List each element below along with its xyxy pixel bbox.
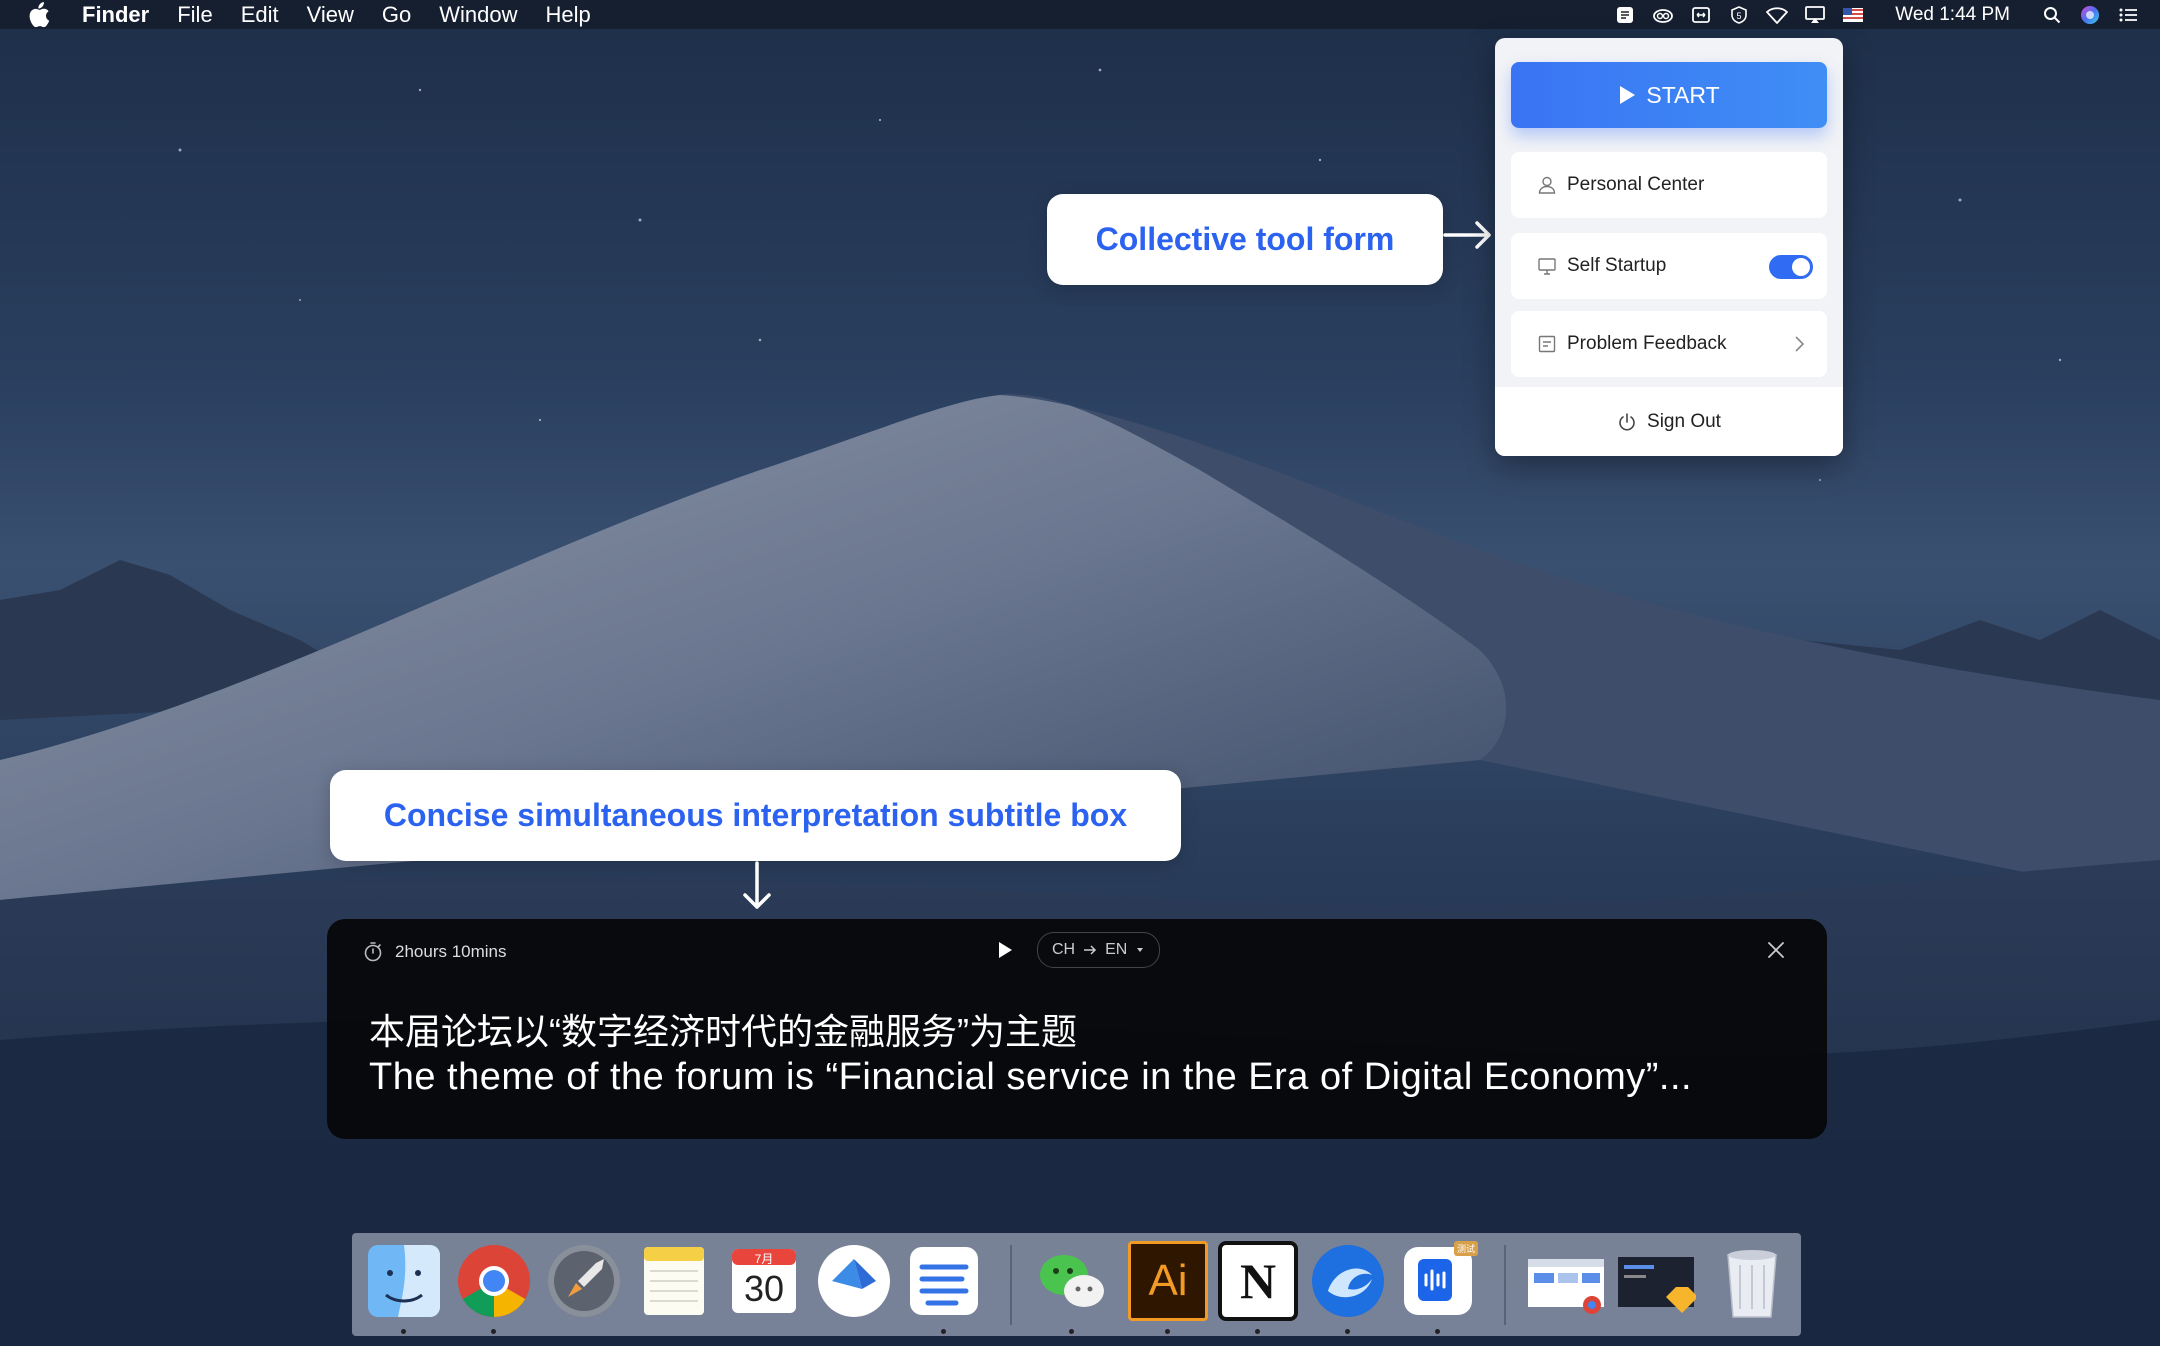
arrow-icon bbox=[1084, 945, 1097, 955]
menu-finder[interactable]: Finder bbox=[82, 2, 149, 28]
monitor-icon bbox=[1537, 256, 1557, 276]
illustrator-icon[interactable]: Ai bbox=[1128, 1241, 1208, 1321]
subtitle-source-line: 本届论坛以“数字经济时代的金融服务”为主题 bbox=[369, 1011, 1077, 1052]
calendar-day: 30 bbox=[743, 1268, 785, 1309]
dock-separator-2 bbox=[1504, 1245, 1506, 1325]
feedback-icon bbox=[1537, 334, 1557, 354]
chevron-right-icon bbox=[1795, 336, 1805, 352]
app-badge: 测试 bbox=[1453, 1241, 1478, 1256]
status-area: 5 Wed 1:44 PM bbox=[1613, 0, 2140, 29]
us-flag-icon[interactable] bbox=[1841, 4, 1865, 26]
running-indicator bbox=[1255, 1329, 1260, 1334]
stopwatch-icon bbox=[364, 942, 382, 962]
menu-bar: Finder File Edit View Go Window Help 5 W… bbox=[0, 0, 2160, 29]
screenshot-thumb-icon[interactable] bbox=[1526, 1241, 1606, 1321]
running-indicator bbox=[1165, 1329, 1170, 1334]
running-indicator bbox=[1435, 1329, 1440, 1334]
dock: 7月 30 Ai N 测试 bbox=[352, 1233, 1801, 1336]
apple-icon[interactable] bbox=[26, 0, 56, 29]
sign-out-label: Sign Out bbox=[1647, 410, 1721, 432]
running-indicator bbox=[491, 1329, 496, 1334]
running-indicator bbox=[1345, 1329, 1350, 1334]
svg-text:5: 5 bbox=[1737, 11, 1742, 21]
stacks-icon[interactable] bbox=[904, 1241, 984, 1321]
airplay-icon[interactable] bbox=[1803, 4, 1827, 26]
menu-view[interactable]: View bbox=[307, 2, 354, 28]
menu-window[interactable]: Window bbox=[439, 2, 517, 28]
app-icon[interactable]: 测试 bbox=[1398, 1241, 1478, 1321]
resize-icon[interactable] bbox=[1689, 4, 1713, 26]
search-icon[interactable] bbox=[2040, 4, 2064, 26]
running-indicator bbox=[941, 1329, 946, 1334]
menubar-clock[interactable]: Wed 1:44 PM bbox=[1895, 4, 2010, 26]
note-icon[interactable] bbox=[1613, 4, 1637, 26]
notion-icon[interactable]: N bbox=[1218, 1241, 1298, 1321]
calendar-icon[interactable]: 7月 30 bbox=[724, 1241, 804, 1321]
start-button-label: START bbox=[1646, 81, 1720, 108]
menu-help[interactable]: Help bbox=[546, 2, 591, 28]
subtitle-box: 2hours 10mins CH EN 本届论坛以“数字经济时代的金融服务”为主… bbox=[327, 919, 1827, 1139]
menu-edit[interactable]: Edit bbox=[241, 2, 279, 28]
arrow-right-icon bbox=[1443, 221, 1491, 249]
running-indicator bbox=[1069, 1329, 1074, 1334]
callout-tool-form: Collective tool form bbox=[1047, 194, 1443, 285]
dock-separator bbox=[1010, 1245, 1012, 1325]
problem-feedback-label: Problem Feedback bbox=[1567, 333, 1727, 354]
notion-label: N bbox=[1239, 1253, 1277, 1309]
wechat-icon[interactable] bbox=[1032, 1241, 1112, 1321]
play-button[interactable] bbox=[997, 941, 1013, 959]
language-selector[interactable]: CH EN bbox=[1037, 932, 1161, 968]
user-icon bbox=[1537, 175, 1557, 195]
calendar-month: 7月 bbox=[754, 1252, 774, 1266]
subtitle-translation-line: The theme of the forum is “Financial ser… bbox=[369, 1056, 1693, 1098]
launchpad-icon[interactable] bbox=[544, 1241, 624, 1321]
running-indicator bbox=[401, 1329, 406, 1334]
personal-center-item[interactable]: Personal Center bbox=[1511, 152, 1827, 218]
control-list-icon[interactable] bbox=[2116, 4, 2140, 26]
sketch-thumb-icon[interactable] bbox=[1616, 1241, 1696, 1321]
lang-from: CH bbox=[1052, 941, 1076, 958]
menu-file[interactable]: File bbox=[177, 2, 212, 28]
shield-5-icon[interactable]: 5 bbox=[1727, 4, 1751, 26]
self-startup-label: Self Startup bbox=[1567, 255, 1667, 276]
creative-cloud-icon[interactable] bbox=[1651, 4, 1675, 26]
chrome-icon[interactable] bbox=[454, 1241, 534, 1321]
session-timer: 2hours 10mins bbox=[363, 941, 507, 963]
notes-icon[interactable] bbox=[634, 1241, 714, 1321]
finder-icon[interactable] bbox=[364, 1241, 444, 1321]
play-icon bbox=[1620, 86, 1636, 104]
power-icon bbox=[1619, 412, 1635, 430]
trash-icon[interactable] bbox=[1712, 1241, 1792, 1321]
close-icon[interactable] bbox=[1767, 941, 1785, 959]
self-startup-toggle[interactable] bbox=[1769, 255, 1813, 279]
toggle-knob bbox=[1792, 258, 1810, 276]
browser-icon[interactable] bbox=[1308, 1241, 1388, 1321]
siri-icon[interactable] bbox=[2078, 4, 2102, 26]
lang-to: EN bbox=[1105, 941, 1128, 958]
arrow-down-icon bbox=[743, 861, 771, 909]
sign-out-button[interactable]: Sign Out bbox=[1495, 387, 1843, 456]
chevron-down-icon bbox=[1137, 948, 1144, 952]
illustrator-label: Ai bbox=[1148, 1256, 1188, 1305]
callout-tool-form-text: Collective tool form bbox=[1095, 221, 1395, 257]
personal-center-label: Personal Center bbox=[1567, 174, 1705, 195]
callout-subtitle-box-text: Concise simultaneous interpretation subt… bbox=[383, 797, 1128, 833]
wifi-icon[interactable] bbox=[1765, 4, 1789, 26]
problem-feedback-item[interactable]: Problem Feedback bbox=[1511, 311, 1827, 377]
timer-text: 2hours 10mins bbox=[395, 942, 507, 961]
menu-go[interactable]: Go bbox=[382, 2, 411, 28]
callout-subtitle-box: Concise simultaneous interpretation subt… bbox=[330, 770, 1181, 861]
self-startup-item: Self Startup bbox=[1511, 233, 1827, 299]
lark-icon[interactable] bbox=[814, 1241, 894, 1321]
start-button[interactable]: START bbox=[1511, 62, 1827, 128]
tool-panel: START Personal Center Self Startup Probl… bbox=[1495, 38, 1843, 456]
